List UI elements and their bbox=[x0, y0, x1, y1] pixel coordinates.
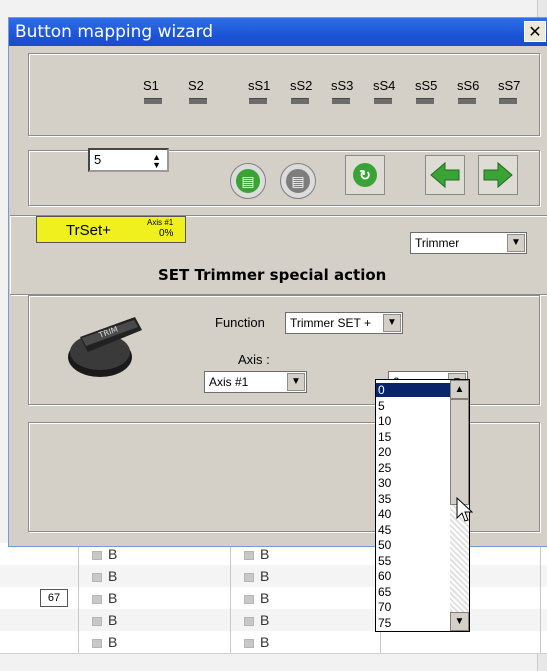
scroll-up-icon[interactable]: ▲ bbox=[450, 380, 469, 399]
chevron-down-icon[interactable]: ▼ bbox=[507, 234, 525, 252]
section-title: SET Trimmer special action bbox=[158, 266, 387, 284]
cell-led-icon bbox=[244, 617, 254, 626]
trset-action-button[interactable]: TrSet+ Axis #1 0% bbox=[36, 216, 186, 243]
next-button[interactable] bbox=[478, 155, 518, 195]
dropdown-option[interactable]: 30 bbox=[376, 476, 451, 490]
scroll-down-icon[interactable]: ▼ bbox=[450, 612, 469, 631]
copy-button[interactable]: ▤ bbox=[230, 163, 266, 199]
chevron-down-icon[interactable]: ▼ bbox=[287, 373, 305, 391]
type-select[interactable]: Trimmer ▼ bbox=[410, 232, 527, 254]
cell-value: B bbox=[260, 612, 270, 628]
cell-led-icon bbox=[92, 639, 102, 648]
axis-label: Axis : bbox=[238, 352, 270, 367]
led-label: S2 bbox=[188, 78, 204, 93]
previous-button[interactable] bbox=[425, 155, 465, 195]
copy-icon: ▤ bbox=[236, 169, 260, 193]
dropdown-option[interactable]: 10 bbox=[376, 414, 451, 428]
table-row: BB bbox=[0, 631, 547, 654]
table-cell bbox=[0, 609, 79, 631]
cell-value: B bbox=[108, 612, 118, 628]
dropdown-option[interactable]: 40 bbox=[376, 507, 451, 521]
dropdown-option[interactable]: 50 bbox=[376, 538, 451, 552]
cell-led-icon bbox=[244, 551, 254, 560]
cell-value: B bbox=[108, 546, 118, 562]
led-label: S1 bbox=[143, 78, 159, 93]
led-label: sS3 bbox=[331, 78, 354, 93]
dropdown-option[interactable]: 60 bbox=[376, 569, 451, 583]
function-select-value: Trimmer SET + bbox=[290, 316, 372, 330]
dropdown-option[interactable]: 5 bbox=[376, 399, 451, 413]
led-label: sS1 bbox=[248, 78, 271, 93]
axis-select-value: Axis #1 bbox=[209, 375, 249, 389]
led-indicator bbox=[332, 98, 350, 104]
led-label: sS2 bbox=[290, 78, 313, 93]
led-indicator bbox=[374, 98, 392, 104]
led-indicator bbox=[458, 98, 476, 104]
led-indicator bbox=[249, 98, 267, 104]
refresh-icon: ↻ bbox=[353, 163, 377, 187]
cell-value: B bbox=[260, 568, 270, 584]
stepper-value: 5 bbox=[94, 152, 102, 167]
dropdown-option[interactable]: 0 bbox=[376, 383, 451, 397]
cell-led-icon bbox=[92, 551, 102, 560]
led-panel bbox=[28, 53, 540, 136]
dropdown-option[interactable]: 75 bbox=[376, 616, 451, 630]
refresh-button[interactable]: ↻ bbox=[345, 155, 385, 195]
dropdown-option[interactable]: 70 bbox=[376, 600, 451, 614]
dropdown-option[interactable]: 65 bbox=[376, 585, 451, 599]
chevron-down-icon[interactable]: ▼ bbox=[383, 314, 401, 332]
close-icon: ✕ bbox=[528, 22, 542, 41]
cell-led-icon bbox=[244, 573, 254, 582]
table-cell bbox=[0, 565, 79, 587]
cell-value: B bbox=[108, 568, 118, 584]
led-label: sS4 bbox=[373, 78, 396, 93]
action-label: TrSet+ bbox=[66, 222, 111, 239]
dropdown-option[interactable]: 25 bbox=[376, 461, 451, 475]
function-select[interactable]: Trimmer SET + ▼ bbox=[285, 312, 403, 334]
mouse-cursor-icon bbox=[456, 497, 474, 522]
led-indicator bbox=[291, 98, 309, 104]
action-axis-label: Axis #1 bbox=[147, 218, 174, 227]
cell-value: B bbox=[260, 590, 270, 606]
row-number: 67 bbox=[40, 589, 68, 607]
led-indicator bbox=[144, 98, 162, 104]
cell-value: B bbox=[260, 546, 270, 562]
arrow-left-icon bbox=[430, 161, 460, 189]
dropdown-option[interactable]: 35 bbox=[376, 492, 451, 506]
close-button[interactable]: ✕ bbox=[524, 21, 546, 42]
led-label: sS7 bbox=[498, 78, 521, 93]
amount-stepper[interactable]: 5 ▲ ▼ bbox=[88, 148, 169, 172]
type-select-value: Trimmer bbox=[415, 236, 460, 250]
action-axis-value: 0% bbox=[159, 228, 174, 239]
led-indicator bbox=[416, 98, 434, 104]
cell-value: B bbox=[108, 634, 118, 650]
cell-led-icon bbox=[92, 573, 102, 582]
arrow-right-icon bbox=[483, 161, 513, 189]
cell-led-icon bbox=[92, 595, 102, 604]
dropdown-option[interactable]: 15 bbox=[376, 430, 451, 444]
cell-value: B bbox=[108, 590, 118, 606]
dropdown-option[interactable]: 45 bbox=[376, 523, 451, 537]
function-label: Function bbox=[215, 315, 265, 330]
led-indicator bbox=[189, 98, 207, 104]
dropdown-option[interactable]: 55 bbox=[376, 554, 451, 568]
led-label: sS5 bbox=[415, 78, 438, 93]
title-bar[interactable]: Button mapping wizard ✕ bbox=[9, 18, 547, 46]
scroll-thumb[interactable] bbox=[450, 399, 469, 505]
led-indicator bbox=[499, 98, 517, 104]
cell-led-icon bbox=[92, 617, 102, 626]
paste-button[interactable]: ▤ bbox=[280, 163, 316, 199]
stepper-arrows-icon[interactable]: ▲ ▼ bbox=[152, 153, 161, 170]
led-label: sS6 bbox=[457, 78, 480, 93]
trimmer-knob-icon: TRIM bbox=[68, 317, 142, 377]
dropdown-option[interactable]: 20 bbox=[376, 445, 451, 459]
window-title: Button mapping wizard bbox=[15, 22, 214, 42]
cell-led-icon bbox=[244, 639, 254, 648]
cell-led-icon bbox=[244, 595, 254, 604]
table-cell bbox=[380, 631, 541, 653]
axis-select[interactable]: Axis #1 ▼ bbox=[204, 371, 307, 393]
paste-icon: ▤ bbox=[286, 169, 310, 193]
cell-value: B bbox=[260, 634, 270, 650]
table-cell bbox=[0, 631, 79, 653]
